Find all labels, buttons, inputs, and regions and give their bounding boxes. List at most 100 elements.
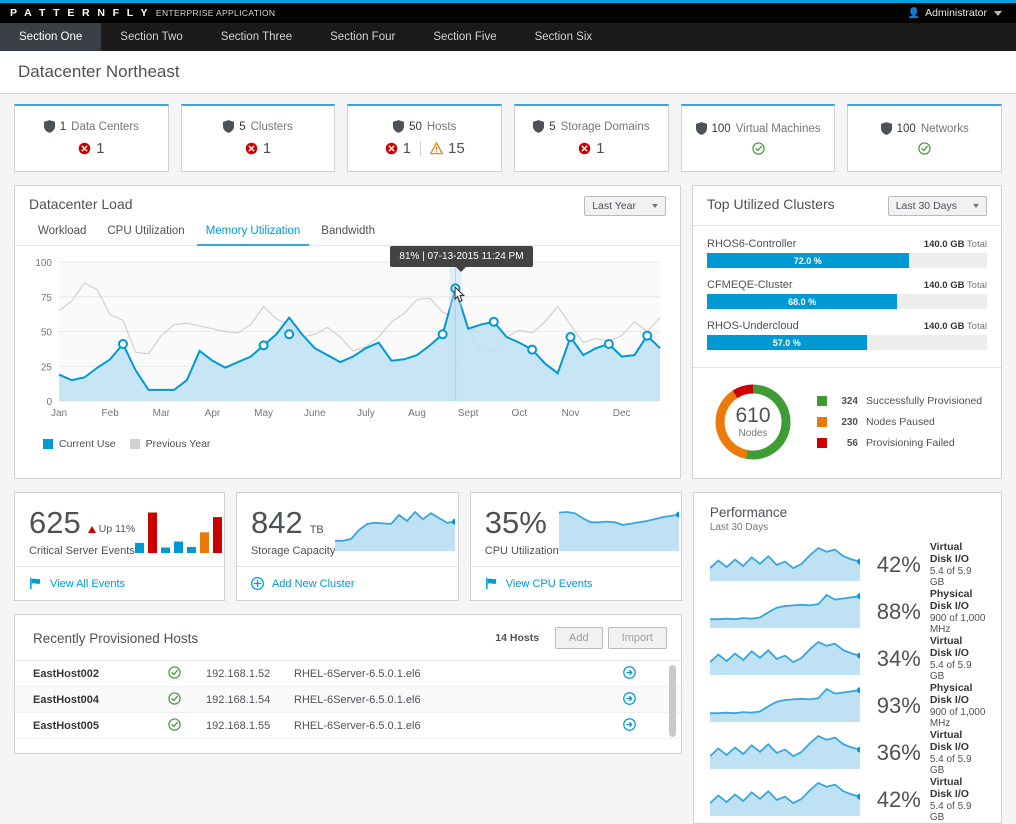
datacenter-load-title: Datacenter Load [29, 196, 133, 212]
aggregate-card-title: 50 Hosts [393, 120, 456, 133]
nodes-donut-chart[interactable]: 610 Nodes [711, 380, 795, 464]
import-host-button[interactable]: Import [607, 627, 667, 649]
svg-text:75: 75 [41, 293, 53, 304]
tab-cpu-utilization[interactable]: CPU Utilization [98, 221, 193, 246]
add-host-button[interactable]: Add [555, 627, 603, 649]
top-clusters-range-dropdown[interactable]: Last 30 Days [887, 196, 987, 216]
bar [213, 517, 223, 553]
user-menu[interactable]: 👤 Administrator [908, 7, 1006, 19]
recently-provisioned-hosts-card: Recently Provisioned Hosts 14 Hosts Add … [14, 614, 682, 754]
brand: P A T T E R N F L Y ENTERPRISE APPLICATI… [10, 7, 275, 19]
status-badge[interactable]: 1 [78, 140, 105, 157]
mini-card-footer-link[interactable]: Add New Cluster [236, 566, 458, 600]
status-badge[interactable]: 1 [385, 140, 411, 157]
table-row[interactable]: EastHost002 192.168.1.52 RHEL-6Server-6.5.… [15, 661, 681, 687]
aggregate-card-count: 5 [239, 120, 246, 133]
status-badge[interactable]: 1 [245, 140, 271, 157]
legend-label-current-use: Current Use [59, 438, 116, 450]
hosts-scrollbar-thumb[interactable] [668, 665, 676, 737]
donut-legend-label: Provisioning Failed [866, 437, 955, 449]
status-badge[interactable] [918, 142, 931, 155]
mini-card-footer-link[interactable]: View All Events [15, 566, 224, 600]
aggregate-card-stats: 1 [578, 140, 605, 157]
aggregate-card-clusters[interactable]: 5 Clusters 1 [180, 104, 336, 172]
host-action-button[interactable] [622, 717, 663, 734]
shield-icon [695, 122, 707, 135]
bar-chart [135, 512, 223, 553]
status-badge[interactable]: 1 [578, 140, 605, 157]
svg-text:Apr: Apr [205, 408, 221, 419]
performance-sparkline [709, 639, 863, 678]
shield-icon [223, 120, 235, 133]
chart-tooltip: 81% | 07-13-2015 11:24 PM [390, 246, 533, 272]
cluster-labels: CFMEQE-Cluster 140.0 GB Total [707, 279, 987, 291]
mini-card-footer-link[interactable]: View CPU Events [470, 566, 681, 600]
bottom-left-column: 625 Up 11% Critical Server Events View All … [14, 492, 682, 824]
tab-workload[interactable]: Workload [29, 221, 95, 246]
mini-cards-row: 625 Up 11% Critical Server Events View All … [14, 492, 682, 601]
table-row[interactable]: EastHost005 192.168.1.55 RHEL-6Server-6.5.… [15, 713, 681, 739]
svg-text:Jan: Jan [51, 408, 67, 419]
status-badge[interactable]: 15 [430, 140, 465, 157]
stat-divider [420, 141, 421, 156]
performance-row: 93% Physical Disk I/O 900 of 1,000 MHz [694, 682, 1001, 729]
datacenter-load-chart[interactable]: 0 25 50 75 100 Jan Feb Mar Apr May June July Aug Sept… [25, 254, 670, 429]
donut-legend-item[interactable]: 56 Provisioning Failed [817, 437, 982, 449]
donut-legend-item[interactable]: 230 Nodes Paused [817, 416, 982, 428]
performance-texts: Physical Disk I/O 900 of 1,000 MHz [930, 588, 987, 635]
status-badge-value: 1 [402, 140, 411, 157]
nav-item-section-three[interactable]: Section Three [202, 23, 311, 51]
tab-memory-utilization[interactable]: Memory Utilization [196, 221, 310, 246]
nav-item-section-one[interactable]: Section One [0, 23, 102, 51]
mini-card-footer-label: View CPU Events [505, 577, 593, 590]
status-badge[interactable] [751, 142, 765, 155]
donut-legend-value: 324 [841, 395, 858, 407]
sparkline-chart [709, 546, 863, 581]
ok-circle-icon [168, 691, 181, 705]
performance-texts: Virtual Disk I/O 5.4 of 5.9 GB [930, 541, 987, 588]
mini-card-graph [335, 509, 459, 554]
aggregate-card-hosts[interactable]: 50 Hosts 1 15 [347, 104, 503, 172]
cluster-utilization-item: RHOS6-Controller 140.0 GB Total 72.0 % [707, 238, 987, 268]
mini-card-unit: TB [309, 523, 324, 536]
table-row[interactable]: EastHost004 192.168.1.54 RHEL-6Server-6.5.… [15, 687, 681, 713]
legend-item-current-use[interactable]: Current Use [43, 438, 116, 450]
aggregate-card-virtual-machines[interactable]: 100 Virtual Machines [680, 104, 836, 172]
donut-legend-swatch [817, 396, 827, 406]
donut-total-label: Nodes [738, 428, 768, 439]
host-status [168, 717, 206, 734]
aggregate-card-storage-domains[interactable]: 5 Storage Domains 1 [514, 104, 669, 172]
aggregate-card-count: 1 [59, 120, 67, 133]
aggregate-card-data-centers[interactable]: 1 Data Centers 1 [14, 104, 169, 172]
nav-item-section-four[interactable]: Section Four [311, 23, 414, 51]
bottom-row: 625 Up 11% Critical Server Events View All … [14, 492, 1002, 824]
svg-text:Oct: Oct [512, 408, 528, 419]
aggregate-card-label: Storage Domains [560, 120, 650, 133]
hosts-scrollbar[interactable] [668, 665, 676, 749]
performance-metric-name: Virtual Disk I/O [929, 635, 969, 659]
nav-item-section-six[interactable]: Section Six [516, 23, 612, 51]
legend-item-previous-year[interactable]: Previous Year [129, 438, 210, 450]
hosts-header: Recently Provisioned Hosts 14 Hosts Add … [15, 615, 681, 661]
datacenter-load-chart-wrap: 0 25 50 75 100 Jan Feb Mar Apr May June July Aug Sept… [15, 246, 680, 436]
aggregate-card-title: 100 Virtual Machines [695, 122, 821, 135]
aggregate-card-label: Virtual Machines [735, 122, 821, 135]
arrow-circle-right-icon [622, 665, 636, 679]
donut-legend-label: Nodes Paused [866, 416, 935, 428]
nav-item-section-five[interactable]: Section Five [414, 23, 515, 51]
svg-text:Feb: Feb [102, 408, 120, 419]
tab-bandwidth[interactable]: Bandwidth [312, 221, 384, 246]
svg-text:100: 100 [35, 258, 52, 269]
aggregate-card-networks[interactable]: 100 Networks [847, 104, 1003, 172]
donut-legend-value: 56 [846, 437, 858, 449]
section-nav: Section One Section Two Section Three Se… [0, 23, 1016, 51]
donut-legend-item[interactable]: 324 Successfully Provisioned [817, 395, 982, 407]
aggregate-card-stats: 1 [245, 140, 271, 157]
mini-card-value: 35% [484, 504, 547, 540]
performance-rows: 42% Virtual Disk I/O 5.4 of 5.9 GB 88% Physi… [694, 541, 1001, 823]
datacenter-load-range-dropdown[interactable]: Last Year [584, 196, 666, 216]
nav-item-section-two[interactable]: Section Two [101, 23, 201, 51]
arrow-up-icon [87, 525, 96, 533]
host-action-button[interactable] [622, 665, 663, 682]
host-action-button[interactable] [622, 691, 663, 708]
